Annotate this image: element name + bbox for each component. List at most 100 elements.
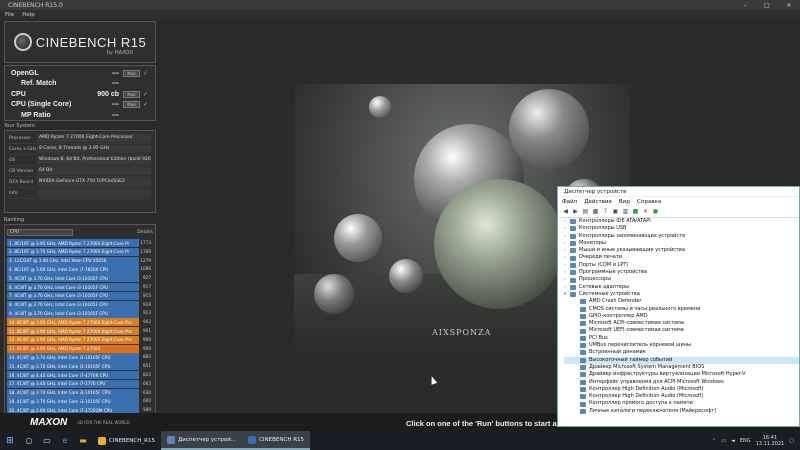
help-icon[interactable]: ? xyxy=(602,208,609,215)
ranking-row[interactable]: 4. 8C/16T @ 3.60 GHz, Intel Core i7-7820… xyxy=(7,265,153,274)
device-item[interactable]: Драйвер инфраструктуры виртуализации Mic… xyxy=(564,371,799,378)
ranking-desc: 10. 8C/8T @ 3.95 GHz, AMD Ryzen 7 2700X … xyxy=(9,319,132,325)
ranking-row[interactable]: 13. 8C/8T @ 3.95 GHz, AMD Ryzen 7 2700X 9… xyxy=(7,344,153,353)
ranking-row[interactable]: 2. 8C/16T @ 3.70 GHz, AMD Ryzen 7 2700X … xyxy=(7,247,153,257)
ranking-row[interactable]: 17. 4C/8T @ 3.40 GHz, Intel Core i7-3770… xyxy=(7,379,153,389)
ranking-row[interactable]: 9. 4C/8T @ 3.70 GHz, Intel Core i3-10105… xyxy=(7,309,153,318)
device-category[interactable]: › Контроллеры IDE ATA/ATAPI xyxy=(564,218,799,225)
device-label: Личные каталоги переключателя (Майкрософ… xyxy=(589,407,717,414)
device-item[interactable]: Microsoft UEFI-совместимая система xyxy=(564,327,799,334)
device-category[interactable]: › Мыши и иные указывающие устройства xyxy=(564,247,799,254)
device-item[interactable]: PCI Bus xyxy=(564,335,799,342)
ranking-score: 915 xyxy=(139,291,153,301)
start-button-icon[interactable]: ⊞ xyxy=(0,436,20,446)
device-category[interactable]: › Сетевые адаптеры xyxy=(564,284,799,291)
info-field[interactable] xyxy=(37,189,151,197)
explorer-icon[interactable]: ▬ xyxy=(74,436,92,445)
device-item[interactable]: Личные каталоги переключателя (Майкрософ… xyxy=(564,408,799,415)
run-cpu-single-button[interactable]: Run xyxy=(123,101,140,109)
taskbar-app-button[interactable]: Диспетчер устрой... xyxy=(160,431,243,450)
ranking-row[interactable]: 14. 4C/8T @ 3.70 GHz, Intel Core i3-1010… xyxy=(7,353,153,362)
details-button[interactable]: Details xyxy=(137,230,153,235)
tray-arrow-icon[interactable]: ⌃ xyxy=(712,438,716,444)
dm-menu-help[interactable]: Справка xyxy=(637,199,661,205)
ranking-row[interactable]: 10. 8C/8T @ 3.95 GHz, AMD Ryzen 7 2700X … xyxy=(7,318,153,327)
ranking-select[interactable]: CPU xyxy=(7,228,73,236)
taskbar-app-button[interactable]: CINEBENCH_R15 xyxy=(92,431,161,450)
device-category[interactable]: › Контроллеры USB xyxy=(564,225,799,232)
menu-file[interactable]: File xyxy=(5,12,14,18)
update-icon[interactable]: ▦ xyxy=(592,208,599,215)
scan-icon[interactable]: ▥ xyxy=(622,208,629,215)
device-category[interactable]: › Порты (COM и LPT) xyxy=(564,262,799,269)
device-category[interactable]: › Контроллеры запоминающих устройств xyxy=(564,233,799,240)
system-header: Your System xyxy=(4,123,35,129)
remove-icon[interactable]: ✕ xyxy=(642,208,649,215)
device-item[interactable]: Встроенный динамик xyxy=(564,349,799,356)
device-item[interactable]: Контроллер High Definition Audio (Micros… xyxy=(564,393,799,400)
ranking-row[interactable]: 8. 4C/8T @ 3.70 GHz, Intel Core i3-10105… xyxy=(7,300,153,309)
dm-menu-file[interactable]: Файл xyxy=(562,199,577,205)
ranking-row[interactable]: 12. 8C/8T @ 3.95 GHz, AMD Ryzen 7 2700X … xyxy=(7,335,153,345)
ranking-row[interactable]: 3. 12C/24T @ 3.40 GHz, Intel Xeon CPU X5… xyxy=(7,256,153,265)
device-item[interactable]: CMOS системы и часы реального времени xyxy=(564,306,799,313)
device-manager-window: Диспетчер устройств Файл Действие Вид Сп… xyxy=(557,186,800,427)
ranking-row[interactable]: 7. 4C/8T @ 3.70 GHz, Intel Core i3-10105… xyxy=(7,291,153,301)
device-item[interactable]: Контроллер прямого доступа к памяти xyxy=(564,400,799,407)
dm-menu-view[interactable]: Вид xyxy=(619,199,630,205)
chrome-sphere xyxy=(314,274,354,314)
clock[interactable]: 16:41 13.11.2021 xyxy=(756,435,785,447)
device-item[interactable]: AMD Crash Defender xyxy=(564,298,799,305)
ranking-row[interactable]: 11. 8C/8T @ 3.95 GHz, AMD Ryzen 7 2700X … xyxy=(7,326,153,336)
device-item[interactable]: Контроллер High Definition Audio (Micros… xyxy=(564,386,799,393)
network-icon[interactable]: ▭ xyxy=(721,438,726,444)
device-category[interactable]: › Процессоры xyxy=(564,276,799,283)
maxon-slogan: 3D FOR THE REAL WORLD xyxy=(77,419,130,425)
device-item[interactable]: Интерфейс управления для ACPI Microsoft … xyxy=(564,379,799,386)
properties-icon[interactable]: ▤ xyxy=(582,208,589,215)
device-icon xyxy=(580,386,586,392)
dm-menu-action[interactable]: Действие xyxy=(584,199,612,205)
device-category[interactable]: ▾ Системные устройства xyxy=(564,291,799,298)
ranking-row[interactable]: 19. 4C/8T @ 3.70 GHz, Intel Core i3-1010… xyxy=(7,397,153,406)
run-opengl-button[interactable]: Run xyxy=(123,69,140,77)
device-item[interactable]: Драйвер Microsoft System Management BIOS xyxy=(564,364,799,371)
language-indicator[interactable]: ENG xyxy=(740,438,751,444)
run-cpu-button[interactable]: Run xyxy=(123,90,140,98)
device-category[interactable]: › Мониторы xyxy=(564,240,799,247)
device-category[interactable]: › Очереди печати xyxy=(564,254,799,261)
ranking-row[interactable]: 1. 8C/16T @ 3.95 GHz, AMD Ryzen 7 2700X … xyxy=(7,239,153,248)
edge-icon[interactable]: e xyxy=(56,436,74,445)
ranking-score: 882 xyxy=(139,353,153,362)
device-icon xyxy=(580,394,586,400)
device-item[interactable]: Microsoft ACPI-совместимая система xyxy=(564,320,799,327)
task-view-icon[interactable]: ▭ xyxy=(38,436,56,445)
device-item[interactable]: UMBus перечислитель корневой шины xyxy=(564,342,799,349)
volume-icon[interactable]: ◄ xyxy=(731,438,735,444)
check-icon: ✓ xyxy=(143,70,149,77)
ranking-row[interactable]: 16. 4C/8T @ 4.40 GHz, Intel Core i7-4770… xyxy=(7,370,153,380)
device-item[interactable]: GPIO-контроллер AMD xyxy=(564,313,799,320)
add-icon[interactable]: ■ xyxy=(632,208,639,215)
ranking-row[interactable]: 6. 4C/8T @ 3.70 GHz, Intel Core i3-10105… xyxy=(7,282,153,292)
device-icon xyxy=(580,343,586,349)
device-item[interactable]: Высокоточный таймер событий xyxy=(564,356,799,364)
device-category[interactable]: › Программные устройства xyxy=(564,269,799,276)
maximize-button[interactable]: □ xyxy=(756,2,778,9)
search-icon[interactable]: ○ xyxy=(20,436,38,445)
close-button[interactable]: ✕ xyxy=(778,2,800,9)
enable-icon[interactable]: ● xyxy=(652,208,659,215)
monitor-icon[interactable]: ▣ xyxy=(612,208,619,215)
ranking-row[interactable]: 18. 4C/8T @ 3.70 GHz, Intel Core i3-1010… xyxy=(7,388,153,397)
notifications-icon[interactable]: ▢ xyxy=(789,438,794,444)
minimize-button[interactable]: – xyxy=(734,2,756,9)
taskbar-app-label: Диспетчер устрой... xyxy=(177,436,237,443)
device-icon xyxy=(570,219,576,225)
ranking-row[interactable]: 15. 4C/8T @ 3.70 GHz, Intel Core i3-1010… xyxy=(7,362,153,371)
back-icon[interactable]: ◀ xyxy=(562,208,569,215)
ranking-row[interactable]: 5. 4C/8T @ 3.70 GHz, Intel Core i3-10105… xyxy=(7,274,153,283)
menu-help[interactable]: Help xyxy=(22,12,35,18)
device-manager-titlebar: Диспетчер устройств xyxy=(558,187,799,197)
forward-icon[interactable]: ▶ xyxy=(572,208,579,215)
taskbar-app-button[interactable]: CINEBENCH R15 xyxy=(242,431,311,450)
